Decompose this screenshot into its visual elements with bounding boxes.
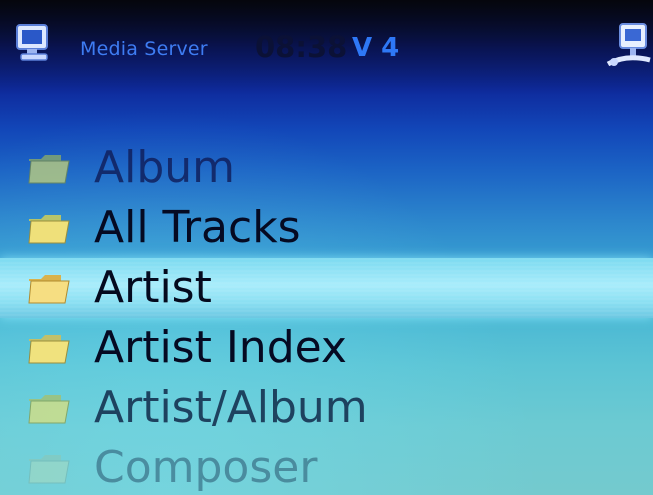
menu-item-album[interactable]: Album [0,138,653,198]
menu-item-label: Artist/Album [94,382,368,433]
menu-item-artist[interactable]: Artist [0,258,653,318]
media-server-screen: Media Server 08:38 V 4 Album All Tracks [0,0,653,495]
status-bar: Media Server 08:38 V 4 [0,0,653,95]
menu-item-label: All Tracks [94,202,301,253]
menu-item-label: Album [94,142,236,193]
folder-icon [28,155,70,184]
folder-icon [28,215,70,244]
clock: 08:38 [255,30,348,64]
server-title: Media Server [80,38,208,60]
computer-monitor-icon [16,24,48,61]
volume-indicator: V 4 [352,33,400,63]
menu-item-label: Composer [94,442,318,493]
folder-icon [28,395,70,424]
menu-item-label: Artist [94,262,212,313]
folder-icon [28,455,70,484]
menu-item-artist-index[interactable]: Artist Index [0,318,653,378]
menu-item-label: Artist Index [94,322,347,373]
menu-list: Album All Tracks Artist Artist Index Art… [0,138,653,495]
folder-icon [28,335,70,364]
folder-icon [28,275,70,304]
menu-item-artist-album[interactable]: Artist/Album [0,378,653,438]
menu-item-composer[interactable]: Composer [0,438,653,495]
network-server-icon [606,23,651,67]
menu-item-all-tracks[interactable]: All Tracks [0,198,653,258]
